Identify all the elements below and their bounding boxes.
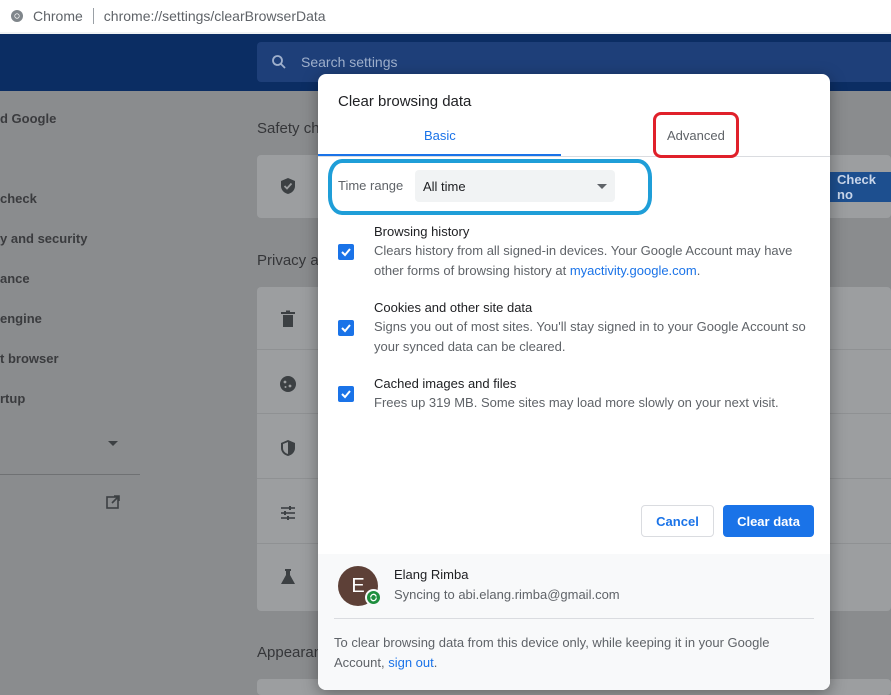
browsing-history-checkbox[interactable]: [338, 244, 354, 260]
sidebar-item-privacy[interactable]: y and security: [0, 231, 87, 246]
sidebar-item-google[interactable]: d Google: [0, 111, 56, 126]
search-placeholder: Search settings: [301, 54, 398, 70]
sync-icon: [365, 589, 382, 606]
cookies-checkbox[interactable]: [338, 320, 354, 336]
annotation-blue-highlight: [328, 159, 652, 215]
clear-browsing-data-dialog: Clear browsing data Basic Advanced Time …: [318, 74, 830, 690]
sign-out-link[interactable]: sign out: [388, 655, 434, 670]
address-bar[interactable]: Chrome chrome://settings/clearBrowserDat…: [0, 0, 891, 32]
browser-app-name: Chrome: [33, 8, 83, 24]
security-shield-icon: [281, 440, 295, 456]
section-appearance: Appearan: [257, 644, 323, 661]
sidebar-item-default-browser[interactable]: t browser: [0, 351, 59, 366]
cached-images-title: Cached images and files: [374, 376, 517, 391]
checkmark-icon: [341, 324, 351, 333]
external-link-icon[interactable]: [106, 495, 120, 509]
cookie-icon: [280, 376, 296, 392]
dialog-footer: E Elang Rimba Syncing to abi.elang.rimba…: [318, 554, 830, 690]
footer-divider: [334, 618, 814, 619]
browsing-history-title: Browsing history: [374, 224, 470, 239]
cancel-button[interactable]: Cancel: [641, 505, 714, 537]
chrome-logo-icon: [11, 10, 23, 22]
check-now-button[interactable]: Check no: [828, 172, 891, 202]
cookies-desc: Signs you out of most sites. You'll stay…: [374, 319, 806, 354]
cookies-title: Cookies and other site data: [374, 300, 533, 315]
myactivity-link[interactable]: myactivity.google.com: [570, 263, 697, 278]
chevron-down-icon[interactable]: [108, 441, 118, 446]
clear-data-button[interactable]: Clear data: [723, 505, 814, 537]
trash-icon: [281, 310, 295, 327]
annotation-red-highlight: [653, 112, 739, 158]
shield-check-icon: [281, 178, 295, 194]
account-sync-status: Syncing to abi.elang.rimba@gmail.com: [394, 587, 620, 602]
tab-basic[interactable]: Basic: [424, 128, 456, 143]
sidebar-item-search-engine[interactable]: engine: [0, 311, 42, 326]
browsing-history-desc: Clears history from all signed-in device…: [374, 243, 793, 278]
cached-images-desc: Frees up 319 MB. Some sites may load mor…: [374, 395, 779, 410]
checkmark-icon: [341, 248, 351, 257]
cached-images-checkbox[interactable]: [338, 386, 354, 402]
tune-sliders-icon: [281, 506, 295, 520]
url-text[interactable]: chrome://settings/clearBrowserData: [104, 8, 326, 24]
section-safety-check: Safety ch: [257, 120, 320, 137]
sidebar-item-startup[interactable]: rtup: [0, 391, 25, 406]
dialog-title: Clear browsing data: [338, 93, 472, 110]
tabs-divider: [318, 156, 830, 157]
search-icon: [272, 55, 286, 69]
sidebar-divider: [0, 474, 140, 475]
checkmark-icon: [341, 390, 351, 399]
sidebar-item-appearance[interactable]: ance: [0, 271, 30, 286]
flask-icon: [281, 569, 295, 584]
section-privacy: Privacy ar: [257, 252, 324, 269]
address-separator: [92, 8, 94, 24]
sidebar-item-safety-check[interactable]: check: [0, 191, 37, 206]
footer-note: To clear browsing data from this device …: [334, 635, 770, 670]
account-name: Elang Rimba: [394, 567, 469, 582]
